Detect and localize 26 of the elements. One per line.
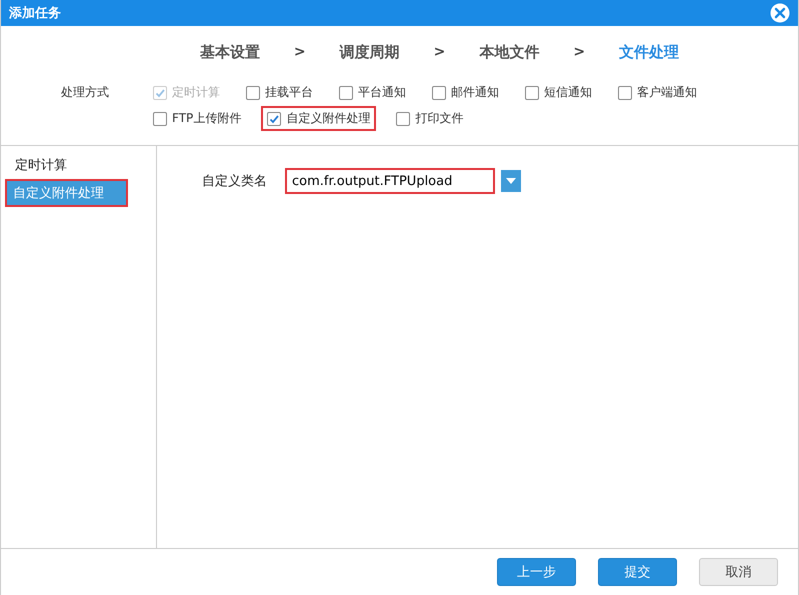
sidebar-item[interactable]: 定时计算 xyxy=(1,151,156,179)
checkbox-option[interactable]: 邮件通知 xyxy=(426,80,505,105)
step-tab[interactable]: 文件处理 xyxy=(619,42,680,62)
checkbox-option[interactable]: 自定义附件处理 xyxy=(261,106,376,131)
step-separator: > xyxy=(294,44,306,60)
checkbox-option[interactable]: 挂载平台 xyxy=(240,80,319,105)
class-name-field[interactable]: com.fr.output.FTPUpload xyxy=(285,168,495,194)
field-label: 自定义类名 xyxy=(202,173,267,190)
step-separator: > xyxy=(573,44,586,60)
option-label: 处理方式 xyxy=(61,84,110,101)
caret-icon xyxy=(506,178,516,184)
step-tab[interactable]: 基本设置 xyxy=(200,42,260,62)
checkbox-option[interactable]: FTP上传附件 xyxy=(147,106,248,131)
window-title: 添加任务 xyxy=(9,5,61,22)
step-tab[interactable]: 本地文件 xyxy=(479,42,540,62)
footer-button[interactable]: 取消 xyxy=(699,558,778,586)
checkmark-icon xyxy=(268,112,280,124)
checkbox-option[interactable]: 平台通知 xyxy=(333,80,412,105)
step-separator: > xyxy=(434,44,446,60)
checkbox-option[interactable]: 短信通知 xyxy=(519,80,598,105)
checkbox-option[interactable]: 客户端通知 xyxy=(612,80,703,105)
dropdown-button[interactable] xyxy=(501,170,521,192)
checkbox-option[interactable]: 打印文件 xyxy=(390,106,470,131)
checkmark-icon xyxy=(154,86,166,98)
close-icon[interactable] xyxy=(770,3,790,23)
step-tab[interactable]: 调度周期 xyxy=(340,42,400,62)
